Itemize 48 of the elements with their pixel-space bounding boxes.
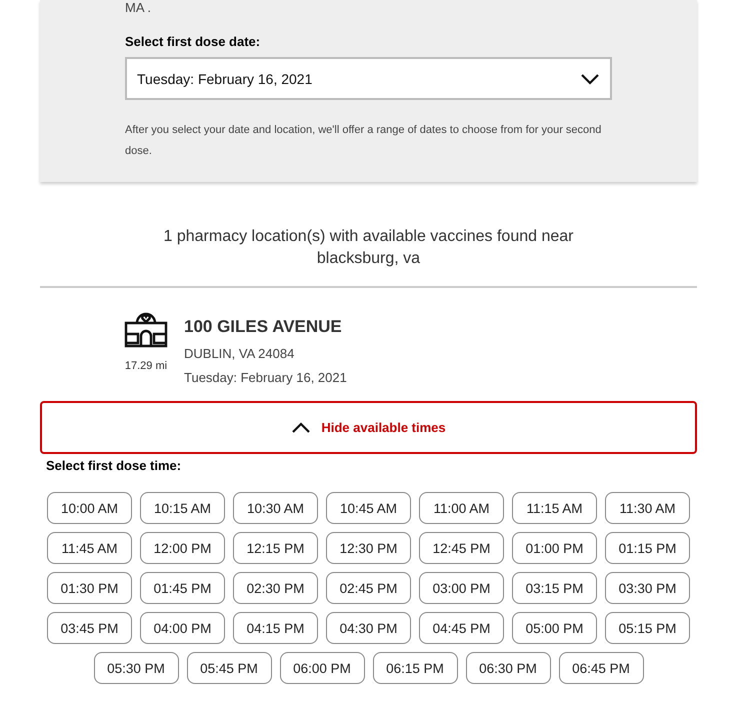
results-summary: 1 pharmacy location(s) with available vaccines found near blacksburg, va — [162, 227, 574, 269]
time-slot-button[interactable]: 04:30 PM — [326, 612, 411, 644]
time-slot-button[interactable]: 03:30 PM — [605, 572, 690, 604]
time-slot-button[interactable]: 12:30 PM — [326, 532, 411, 564]
intro-text: MA . — [125, 0, 152, 14]
chevron-down-icon — [580, 72, 600, 84]
time-slot-button[interactable]: 03:00 PM — [419, 572, 504, 604]
time-slot-button[interactable]: 10:45 AM — [326, 492, 411, 524]
date-note: After you select your date and location, we'll offer a range of dates to choose from for your second dose. — [125, 123, 602, 159]
location-date: Tuesday: February 16, 2021 — [184, 370, 347, 385]
time-slot-button[interactable]: 01:30 PM — [47, 572, 132, 604]
time-slot-button[interactable]: 11:30 AM — [605, 492, 690, 524]
time-slot-button[interactable]: 06:45 PM — [558, 652, 644, 684]
time-slot-button[interactable]: 01:45 PM — [140, 572, 225, 604]
date-select[interactable]: Tuesday: February 16, 2021 — [125, 57, 612, 100]
time-slot-button[interactable]: 12:45 PM — [419, 532, 504, 564]
time-slot-button[interactable]: 06:30 PM — [466, 652, 550, 684]
time-label: Select first dose time: — [46, 458, 182, 473]
time-slot-button[interactable]: 04:00 PM — [140, 612, 225, 644]
time-slot-button[interactable]: 03:15 PM — [512, 572, 597, 604]
time-slot-button[interactable]: 02:30 PM — [233, 572, 318, 604]
hide-times-button[interactable]: Hide available times — [40, 401, 697, 454]
time-slot-button[interactable]: 10:30 AM — [233, 492, 318, 524]
time-slot-button[interactable]: 12:00 PM — [140, 532, 225, 564]
store-building-icon — [124, 310, 168, 348]
time-slot-button[interactable]: 02:45 PM — [326, 572, 411, 604]
time-slot-button[interactable]: 11:00 AM — [419, 492, 504, 524]
distance-text: 17.29 mi — [124, 360, 168, 372]
location-city: DUBLIN, VA 24084 — [184, 346, 296, 361]
time-slot-button[interactable]: 05:00 PM — [512, 612, 597, 644]
date-label: Select first dose date: — [125, 34, 262, 49]
time-slot-button[interactable]: 05:45 PM — [186, 652, 272, 684]
time-slot-button[interactable]: 01:15 PM — [605, 532, 690, 564]
time-slot-button[interactable]: 01:00 PM — [512, 532, 597, 564]
time-slot-button[interactable]: 05:30 PM — [94, 652, 178, 684]
time-slot-button[interactable]: 10:00 AM — [47, 492, 132, 524]
time-slot-button[interactable]: 10:15 AM — [140, 492, 225, 524]
time-slot-button[interactable]: 06:00 PM — [280, 652, 364, 684]
location-name: 100 GILES AVENUE — [184, 317, 343, 337]
chevron-up-icon — [291, 422, 312, 434]
time-slot-button[interactable]: 11:45 AM — [47, 532, 132, 564]
time-slot-button[interactable]: 05:15 PM — [605, 612, 690, 644]
time-slot-button[interactable]: 11:15 AM — [512, 492, 597, 524]
time-slot-button[interactable]: 06:15 PM — [372, 652, 458, 684]
time-slot-button[interactable]: 12:15 PM — [233, 532, 318, 564]
time-slot-button[interactable]: 04:45 PM — [419, 612, 504, 644]
time-slot-button[interactable]: 04:15 PM — [233, 612, 318, 644]
time-slot-button[interactable]: 03:45 PM — [47, 612, 132, 644]
